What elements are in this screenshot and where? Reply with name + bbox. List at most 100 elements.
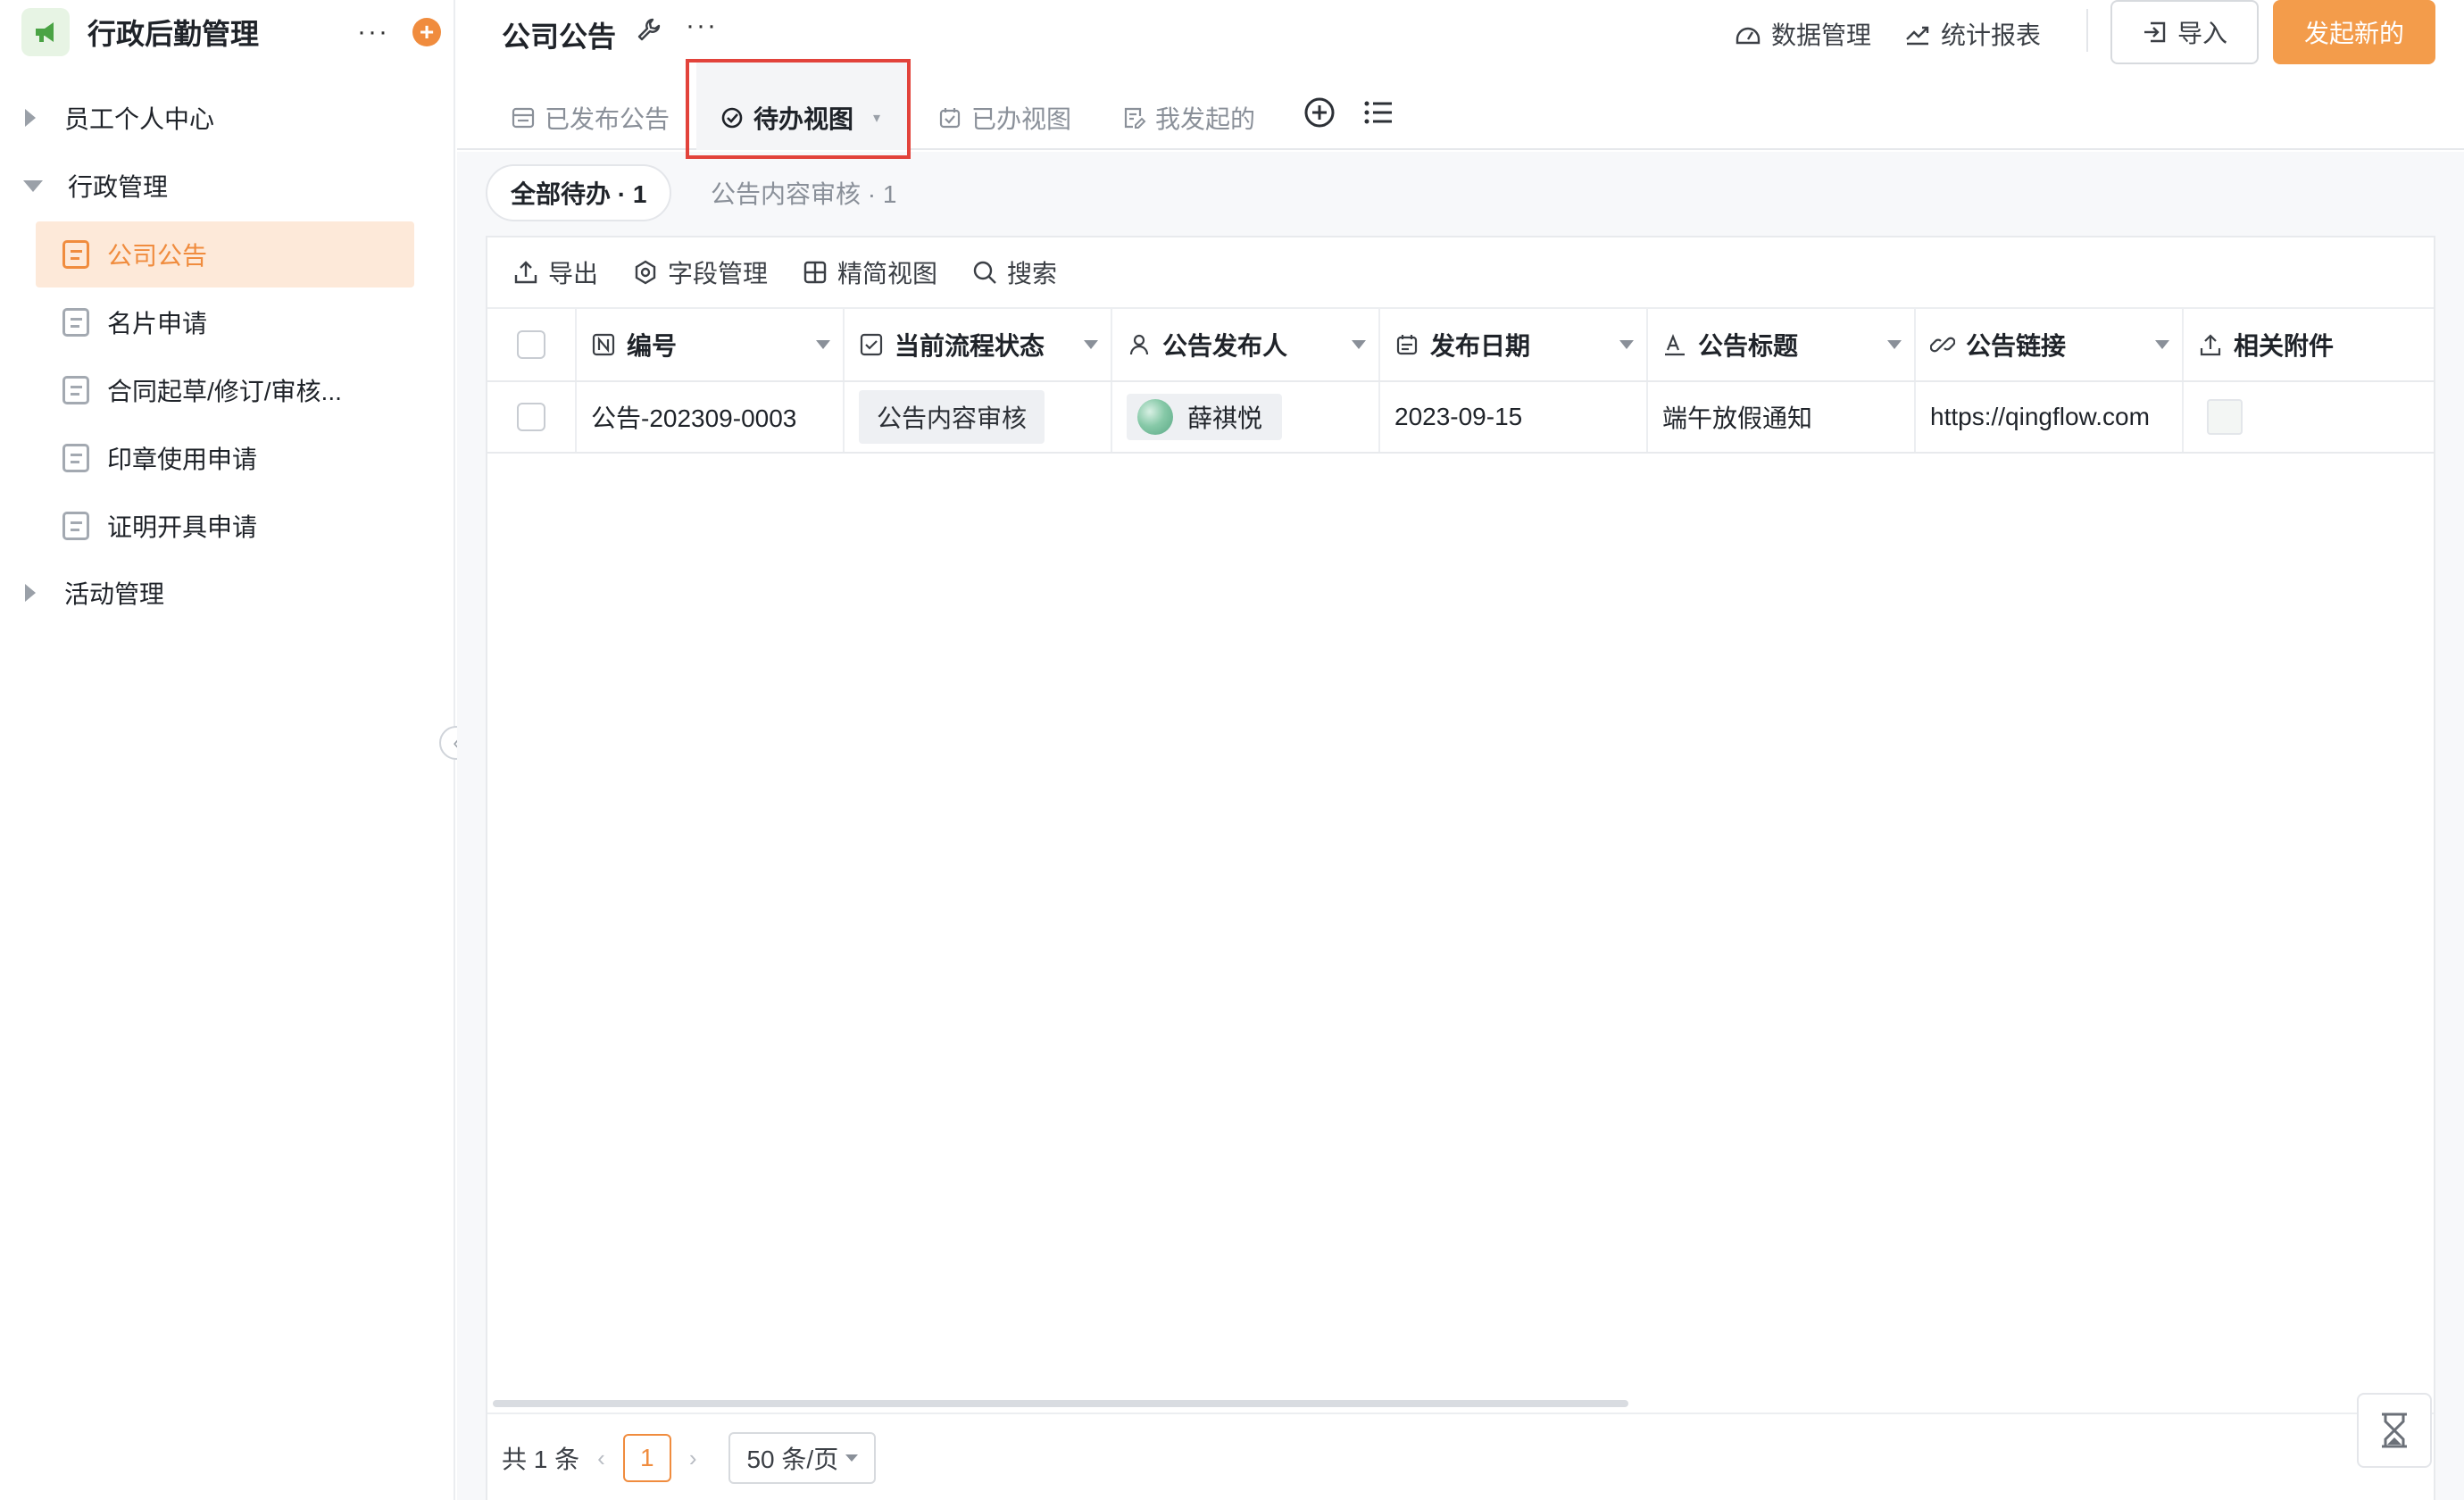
- column-header-link[interactable]: 公告链接: [1916, 309, 2184, 380]
- tab-label: 已办视图: [971, 105, 1072, 133]
- upload-icon: [2200, 334, 2221, 356]
- published-icon: [512, 107, 535, 129]
- column-menu-icon[interactable]: [816, 340, 830, 349]
- tab-todo[interactable]: 待办视图 ▾: [720, 100, 880, 136]
- column-menu-icon[interactable]: [1619, 340, 1634, 349]
- dropdown-icon: [845, 1454, 859, 1462]
- more-icon[interactable]: ···: [686, 11, 718, 41]
- tab-published[interactable]: 已发布公告: [511, 100, 670, 136]
- caret-down-icon: [23, 179, 43, 192]
- tab-label: 我发起的: [1155, 105, 1256, 133]
- sidebar-item-contract[interactable]: 合同起草/修订/审核...: [36, 357, 414, 423]
- cell-date: 2023-09-15: [1380, 382, 1648, 452]
- add-view-icon[interactable]: [1303, 96, 1336, 133]
- column-label: 公告发布人: [1162, 332, 1288, 360]
- next-page-icon[interactable]: ›: [689, 1445, 697, 1472]
- user-icon: [1129, 334, 1149, 355]
- check-circle-icon: [721, 107, 743, 129]
- page-size-select[interactable]: 50 条/页: [728, 1432, 877, 1484]
- import-icon: [2144, 21, 2166, 43]
- app-more-icon[interactable]: ···: [357, 17, 389, 47]
- column-label: 公告标题: [1698, 332, 1799, 360]
- sidebar-item-label: 证明开具申请: [107, 513, 258, 541]
- search-button[interactable]: 搜索: [971, 254, 1057, 290]
- data-manage-link[interactable]: 数据管理: [1734, 16, 1871, 52]
- field-manage-button[interactable]: 字段管理: [632, 254, 768, 290]
- hourglass-icon[interactable]: [2357, 1393, 2432, 1468]
- view-list-icon[interactable]: [1362, 96, 1394, 133]
- wrench-icon[interactable]: [636, 16, 662, 47]
- table-row[interactable]: 公告-202309-0003 公告内容审核 薛祺悦 2023-09-15 端午放…: [487, 382, 2434, 454]
- nav-group-admin-management[interactable]: 行政管理: [0, 161, 446, 211]
- sidebar-item-certificate[interactable]: 证明开具申请: [36, 493, 414, 559]
- sidebar: 行政后勤管理 ··· + 员工个人中心 行政管理 公司公告 名片申请 合同起草/…: [0, 0, 455, 1500]
- form-icon: [62, 240, 89, 269]
- prev-page-icon[interactable]: ‹: [597, 1445, 605, 1472]
- export-label: 导出: [548, 260, 599, 288]
- form-icon: [62, 308, 89, 337]
- filter-review[interactable]: 公告内容审核 · 1: [687, 164, 920, 221]
- horizontal-scrollbar[interactable]: [493, 1400, 1628, 1407]
- calendar-icon: [1396, 335, 1418, 355]
- import-button[interactable]: 导入: [2110, 0, 2259, 64]
- nav-group-employee-center[interactable]: 员工个人中心: [0, 93, 446, 143]
- column-header-publisher[interactable]: 公告发布人: [1112, 309, 1380, 380]
- sidebar-item-label: 名片申请: [107, 310, 208, 338]
- sidebar-item-seal[interactable]: 印章使用申请: [36, 425, 414, 491]
- cell-title: 端午放假通知: [1648, 382, 1916, 452]
- report-label: 统计报表: [1941, 21, 2042, 49]
- tab-mine[interactable]: 我发起的: [1121, 100, 1255, 136]
- attachment-thumbnail[interactable]: [2207, 399, 2243, 435]
- filter-all-todo[interactable]: 全部待办 · 1: [486, 164, 672, 221]
- tab-dropdown-icon[interactable]: ▾: [873, 109, 880, 127]
- column-menu-icon[interactable]: [1887, 340, 1902, 349]
- table-toolbar: 导出 字段管理 精简视图 搜索: [487, 238, 2434, 309]
- field-manage-label: 字段管理: [668, 260, 769, 288]
- column-header-status[interactable]: 当前流程状态: [845, 309, 1112, 380]
- nav-group-label: 员工个人中心: [64, 105, 215, 133]
- cell-id: 公告-202309-0003: [577, 382, 845, 452]
- column-header-id[interactable]: 编号: [577, 309, 845, 380]
- cell-link[interactable]: https://qingflow.com: [1916, 382, 2184, 452]
- add-icon[interactable]: +: [412, 18, 441, 46]
- export-button[interactable]: 导出: [512, 254, 598, 290]
- sidebar-item-label: 合同起草/修订/审核...: [107, 378, 342, 405]
- pagination: 共 1 条 ‹ 1 › 50 条/页: [487, 1412, 2434, 1500]
- column-menu-icon[interactable]: [1084, 340, 1098, 349]
- megaphone-icon: [21, 8, 70, 56]
- tab-done[interactable]: 已办视图: [937, 100, 1071, 136]
- cell-status: 公告内容审核: [845, 382, 1112, 452]
- avatar: [1137, 399, 1173, 435]
- trend-chart-icon: [1906, 26, 1929, 46]
- current-page[interactable]: 1: [622, 1434, 671, 1482]
- sidebar-item-business-card[interactable]: 名片申请: [36, 289, 414, 355]
- form-icon: [62, 444, 89, 472]
- column-header-title[interactable]: 公告标题: [1648, 309, 1916, 380]
- page-size-label: 50 条/页: [746, 1446, 839, 1473]
- new-submission-button[interactable]: 发起新的: [2273, 0, 2435, 64]
- select-all-checkbox[interactable]: [517, 330, 545, 359]
- upload-icon: [514, 261, 537, 284]
- caret-right-icon: [25, 109, 36, 127]
- calendar-check-icon: [939, 108, 961, 129]
- column-menu-icon[interactable]: [2155, 340, 2169, 349]
- report-link[interactable]: 统计报表: [1903, 16, 2041, 52]
- table-header: 编号 当前流程状态 公告发布人 发布日期 公告标题 公告链接 相关附件: [487, 309, 2434, 382]
- text-field-icon: [1665, 334, 1685, 356]
- select-all-cell: [487, 309, 577, 380]
- tab-label: 已发布公告: [545, 105, 670, 133]
- column-label: 发布日期: [1430, 332, 1531, 360]
- table-panel: 导出 字段管理 精简视图 搜索 编号 当前流程状态 公告发布人 发布日期 公告标…: [486, 236, 2435, 1500]
- compact-view-button[interactable]: 精简视图: [802, 254, 937, 290]
- column-label: 编号: [627, 332, 678, 360]
- tab-label: 待办视图: [753, 105, 854, 133]
- column-header-date[interactable]: 发布日期: [1380, 309, 1648, 380]
- column-header-attachment[interactable]: 相关附件: [2184, 309, 2434, 380]
- publisher-name: 薛祺悦: [1187, 404, 1263, 432]
- row-checkbox[interactable]: [517, 403, 545, 431]
- serial-number-icon: [592, 333, 615, 356]
- column-menu-icon[interactable]: [1352, 340, 1366, 349]
- nav-group-activity-management[interactable]: 活动管理: [0, 568, 446, 618]
- sidebar-item-company-notice[interactable]: 公司公告: [36, 221, 414, 288]
- total-count: 共 1 条: [502, 1446, 580, 1473]
